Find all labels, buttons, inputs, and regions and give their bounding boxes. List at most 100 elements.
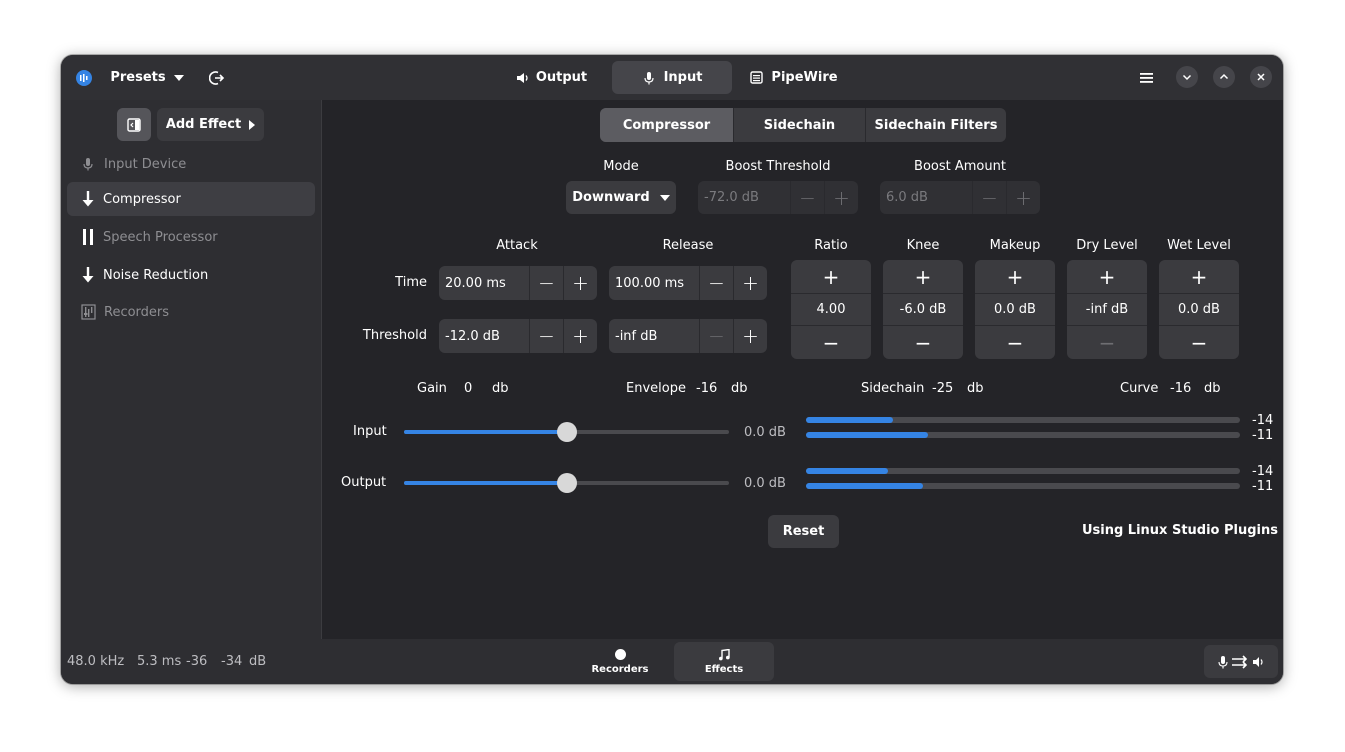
sidebar-item-input-device[interactable]: Input Device [67,147,315,181]
tab-recorders-label: Recorders [591,663,649,675]
makeup-label: Makeup [989,238,1041,253]
speaker-icon [1253,656,1263,667]
attack-threshold-value: -12.0 dB [445,328,500,344]
ratio-label: Ratio [814,238,848,253]
tab-sidechain-filters[interactable]: Sidechain Filters [866,108,1006,142]
decrement-button[interactable]: − [1067,326,1147,359]
decrement-button[interactable]: − [972,181,1006,214]
tab-compressor[interactable]: Compressor [600,108,733,142]
sidechain-unit: db [967,381,984,396]
increment-button[interactable]: + [791,260,871,294]
input-gain-slider[interactable] [404,422,729,442]
maximize-button[interactable] [1213,66,1235,88]
meter-fill [806,468,888,474]
increment-button[interactable]: + [563,266,597,300]
decrement-button[interactable]: − [529,266,563,300]
reset-button[interactable]: Reset [768,515,839,548]
input-level-meter-left [806,417,1240,423]
output-level-left-value: -14 [1252,464,1274,479]
record-icon [614,648,626,660]
exit-button[interactable] [201,62,233,93]
makeup-spinner[interactable]: + 0.0 dB − [975,260,1055,359]
boost-amount-label: Boost Amount [914,159,1006,174]
microphone-icon [83,158,93,171]
sidebar-item-compressor[interactable]: Compressor [67,182,315,216]
speaker-icon [516,72,528,83]
increment-button[interactable]: + [883,260,963,294]
wet-level-spinner[interactable]: + 0.0 dB − [1159,260,1239,359]
increment-button[interactable]: + [733,319,767,353]
decrement-button[interactable]: − [790,181,824,214]
microphone-icon [1218,655,1228,668]
envelope-unit: db [731,381,748,396]
increment-button[interactable]: + [1067,260,1147,294]
curve-label: Curve [1120,381,1159,396]
decrement-button[interactable]: − [975,326,1055,359]
mode-dropdown[interactable]: Downward [566,181,676,214]
decrement-button[interactable]: − [699,266,733,300]
boost-threshold-spinner[interactable]: -72.0 dB − + [698,181,858,214]
slider-handle[interactable] [557,473,577,493]
main-menu-button[interactable] [1131,62,1163,93]
slider-handle[interactable] [557,422,577,442]
tab-output[interactable]: Output [501,61,601,94]
presets-menu-button[interactable]: Presets [107,62,187,93]
latency: 5.3 ms [137,654,182,669]
dry-level-spinner[interactable]: + -inf dB − [1067,260,1147,359]
input-level-meter-right [806,432,1240,438]
input-gain-value: 0.0 dB [744,425,786,440]
tab-pipewire[interactable]: PipeWire [744,61,844,94]
tab-sidechain[interactable]: Sidechain [734,108,865,142]
hamburger-icon [1140,72,1153,83]
slider-fill [404,430,567,434]
decrement-button[interactable]: − [1159,326,1239,359]
arrow-down-icon [82,191,94,207]
increment-button[interactable]: + [733,266,767,300]
attack-time-spinner[interactable]: 20.00 ms − + [439,266,597,300]
toggle-sidebar-button[interactable] [117,108,151,141]
tab-recorders[interactable]: Recorders [570,642,670,681]
tab-effects[interactable]: Effects [674,642,774,681]
attack-threshold-spinner[interactable]: -12.0 dB − + [439,319,597,353]
sidebar-item-noise-reduction[interactable]: Noise Reduction [67,258,315,292]
minimize-button[interactable] [1176,66,1198,88]
app-window: Presets Output Input PipeWire Add Effect… [61,55,1283,684]
output-gain-slider[interactable] [404,473,729,493]
envelope-label: Envelope [626,381,686,396]
routing-button[interactable] [1204,645,1278,678]
sidebar-item-speech-processor[interactable]: Speech Processor [67,220,315,254]
sidebar-item-recorders[interactable]: Recorders [67,295,315,329]
gain-unit: db [492,381,509,396]
chevron-down-icon [173,74,184,81]
boost-amount-spinner[interactable]: 6.0 dB − + [880,181,1040,214]
tab-input[interactable]: Input [612,61,732,94]
decrement-button[interactable]: − [699,319,733,353]
increment-button[interactable]: + [1006,181,1040,214]
output-level-meter-right [806,483,1240,489]
ratio-spinner[interactable]: + 4.00 − [791,260,871,359]
close-button[interactable] [1250,66,1272,88]
sidechain-label: Sidechain [861,381,925,396]
add-effect-button[interactable]: Add Effect [157,108,264,141]
increment-button[interactable]: + [563,319,597,353]
decrement-button[interactable]: − [529,319,563,353]
sidebar-item-label: Speech Processor [103,229,218,245]
attack-time-value: 20.00 ms [445,275,506,291]
release-time-spinner[interactable]: 100.00 ms − + [609,266,767,300]
increment-button[interactable]: + [1159,260,1239,294]
knee-label: Knee [906,238,940,253]
decrement-button[interactable]: − [883,326,963,359]
increment-button[interactable]: + [824,181,858,214]
output-level-right-value: -11 [1252,479,1274,494]
meter-fill [806,483,923,489]
level-right: -34 [221,654,243,669]
input-level-left-value: -14 [1252,413,1274,428]
release-threshold-spinner[interactable]: -inf dB − + [609,319,767,353]
boost-amount-value: 6.0 dB [886,190,928,205]
knee-value: -6.0 dB [883,293,963,326]
decrement-button[interactable]: − [791,326,871,359]
increment-button[interactable]: + [975,260,1055,294]
release-time-value: 100.00 ms [615,275,685,291]
envelope-value: -16 [696,381,718,396]
knee-spinner[interactable]: + -6.0 dB − [883,260,963,359]
